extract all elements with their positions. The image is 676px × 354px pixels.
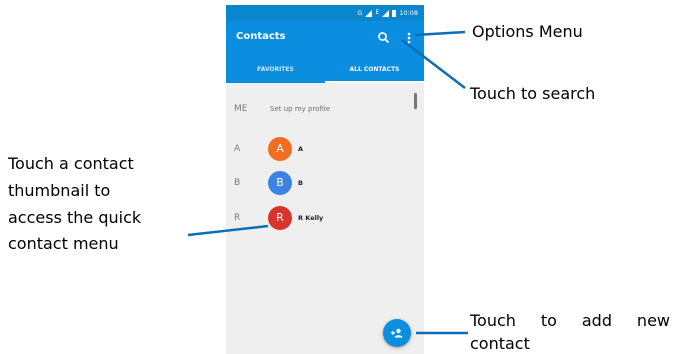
callout-thumbnail-line [187,224,269,237]
thumbnail-label-line-1: Touch a contact [8,154,134,173]
thumbnail-label-line-2: thumbnail to [8,181,111,200]
callout-options-line [414,30,466,37]
add-new-label-line-2: contact [470,334,530,353]
thumbnail-label-line-4: contact menu [8,234,119,253]
callout-lines [187,30,468,335]
callout-search-line [401,39,466,89]
thumbnail-label-line-3: access the quick [8,208,142,227]
search-label: Touch to search [470,84,596,103]
add-new-label-line-1: Touch to add new [470,311,670,330]
options-menu-label: Options Menu [472,22,583,41]
